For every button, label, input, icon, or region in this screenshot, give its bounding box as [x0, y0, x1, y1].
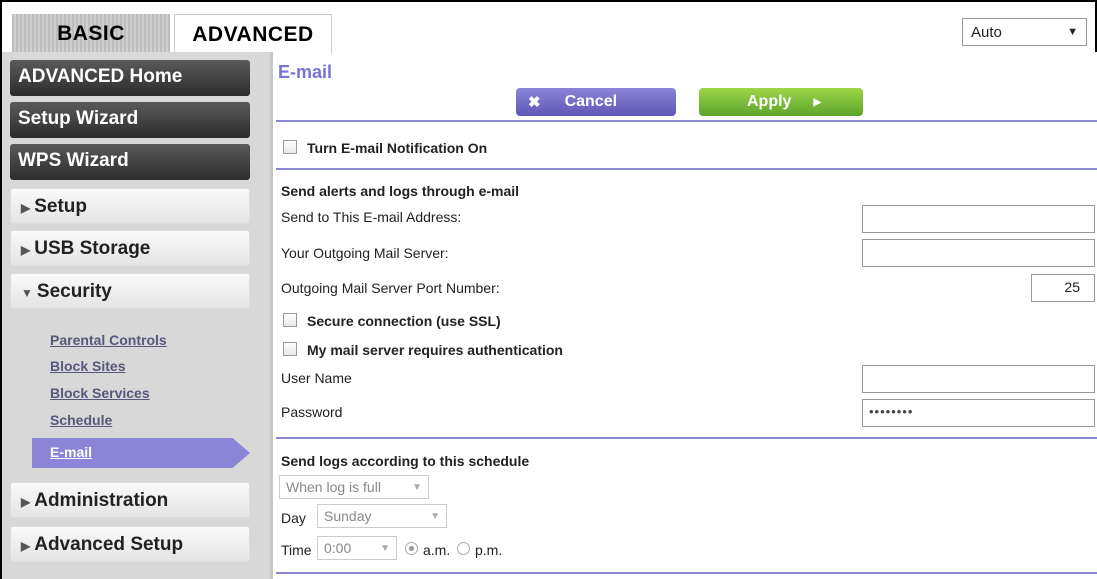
time-label: Time — [281, 542, 312, 558]
am-radio[interactable] — [405, 542, 418, 555]
auth-checkbox[interactable] — [283, 342, 297, 356]
pm-radio[interactable] — [457, 542, 470, 555]
port-input[interactable]: 25 — [1031, 274, 1095, 302]
nav-setup-label: Setup — [34, 196, 88, 217]
close-icon: ✖ — [528, 94, 541, 111]
divider — [276, 168, 1097, 170]
outgoing-server-label: Your Outgoing Mail Server: — [281, 245, 449, 261]
language-select[interactable]: Auto ▼ — [962, 18, 1087, 46]
chevron-down-icon: ▼ — [430, 510, 440, 522]
apply-button-label: Apply — [747, 93, 792, 110]
notification-checkbox[interactable] — [283, 140, 297, 154]
chevron-down-icon: ▼ — [412, 481, 422, 493]
main-content: E-mail ✖ Cancel Apply ▶ Turn E-mail Noti… — [270, 52, 1097, 579]
section-alerts-heading: Send alerts and logs through e-mail — [281, 183, 520, 199]
day-label: Day — [281, 510, 306, 526]
nav-wps-wizard[interactable]: WPS Wizard — [10, 144, 250, 180]
send-to-email-input[interactable] — [862, 205, 1095, 233]
divider — [276, 120, 1097, 122]
nav-usb-storage-label: USB Storage — [34, 238, 151, 259]
port-label: Outgoing Mail Server Port Number: — [281, 280, 500, 296]
nav-block-services[interactable]: Block Services — [50, 385, 150, 401]
day-select[interactable]: Sunday ▼ — [317, 504, 447, 528]
nav-advanced-setup[interactable]: ▶ Advanced Setup — [10, 526, 250, 562]
notification-label: Turn E-mail Notification On — [307, 140, 488, 156]
nav-advanced-setup-label: Advanced Setup — [34, 534, 184, 555]
username-label: User Name — [281, 370, 352, 386]
nav-setup[interactable]: ▶ Setup — [10, 188, 250, 224]
nav-email-label: E-mail — [50, 444, 93, 460]
tab-advanced[interactable]: ADVANCED — [174, 14, 332, 54]
language-select-value: Auto — [971, 23, 1002, 41]
cancel-button-label: Cancel — [564, 93, 618, 110]
nav-setup-wizard[interactable]: Setup Wizard — [10, 102, 250, 138]
chevron-down-icon: ▼ — [1067, 26, 1078, 38]
page-title: E-mail — [278, 62, 333, 82]
nav-usb-storage[interactable]: ▶ USB Storage — [10, 230, 250, 266]
chevron-down-icon: ▼ — [380, 542, 390, 554]
triangle-down-icon: ▼ — [21, 286, 33, 300]
apply-button[interactable]: Apply ▶ — [699, 88, 863, 116]
sidebar: ADVANCED Home Setup Wizard WPS Wizard ▶ S… — [0, 52, 270, 579]
nav-security[interactable]: ▼ Security — [10, 273, 250, 309]
day-select-value: Sunday — [324, 508, 372, 524]
nav-administration-label: Administration — [34, 490, 169, 511]
time-select-value: 0:00 — [324, 540, 352, 556]
nav-block-sites[interactable]: Block Sites — [50, 358, 125, 374]
nav-schedule[interactable]: Schedule — [50, 412, 112, 428]
outgoing-server-input[interactable] — [862, 239, 1095, 267]
password-input[interactable]: •••••••• — [862, 399, 1095, 427]
am-label: a.m. — [423, 542, 451, 558]
ssl-checkbox[interactable] — [283, 313, 297, 327]
pm-label: p.m. — [475, 542, 503, 558]
schedule-select[interactable]: When log is full ▼ — [279, 475, 429, 499]
divider — [276, 572, 1097, 574]
tab-basic[interactable]: BASIC — [12, 14, 170, 54]
ssl-label: Secure connection (use SSL) — [307, 313, 501, 329]
auth-label: My mail server requires authentication — [307, 342, 563, 358]
send-to-label: Send to This E-mail Address: — [281, 209, 462, 225]
triangle-right-icon: ▶ — [21, 539, 31, 553]
username-input[interactable] — [862, 365, 1095, 393]
time-select[interactable]: 0:00 ▼ — [317, 536, 397, 560]
triangle-right-icon: ▶ — [21, 243, 31, 257]
top-tab-bar: BASIC ADVANCED Auto ▼ — [0, 0, 1097, 54]
triangle-right-icon: ▶ — [21, 495, 31, 509]
section-schedule-heading: Send logs according to this schedule — [281, 453, 530, 469]
password-label: Password — [281, 404, 343, 420]
arrow-right-icon: ▶ — [813, 96, 822, 108]
nav-security-label: Security — [36, 281, 112, 302]
divider — [276, 437, 1097, 439]
nav-email-active[interactable]: E-mail — [32, 438, 250, 468]
triangle-right-icon: ▶ — [21, 201, 31, 215]
nav-administration[interactable]: ▶ Administration — [10, 482, 250, 518]
schedule-select-value: When log is full — [286, 479, 381, 495]
cancel-button[interactable]: ✖ Cancel — [516, 88, 676, 116]
nav-advanced-home[interactable]: ADVANCED Home — [10, 60, 250, 96]
nav-parental-controls[interactable]: Parental Controls — [50, 332, 167, 348]
